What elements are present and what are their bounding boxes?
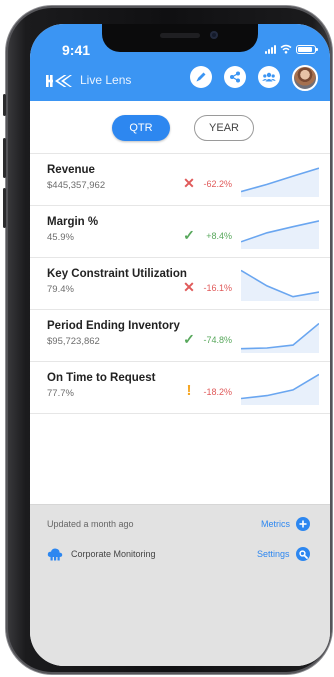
metric-value: $95,723,862: [47, 336, 100, 347]
status-time: 9:41: [62, 42, 91, 58]
edit-pen-icon[interactable]: [190, 66, 212, 88]
mute-switch: [3, 94, 6, 116]
share-icon[interactable]: [224, 66, 246, 88]
sparkline-area: [241, 374, 319, 405]
add-metric-button[interactable]: [296, 517, 310, 531]
sparkline-area: [241, 270, 319, 301]
metric-row[interactable]: On Time to Request 77.7%! -18.2%: [30, 361, 330, 414]
metric-change: +8.4%: [206, 231, 232, 241]
speaker-grille: [160, 33, 200, 38]
front-camera: [210, 31, 218, 39]
metric-row[interactable]: Revenue $445,357,962 ✕ -62.2%: [30, 153, 330, 205]
plus-icon: [299, 520, 307, 528]
notch: [102, 24, 258, 52]
x-icon: ✕: [183, 279, 195, 295]
metric-change: -16.1%: [203, 283, 232, 293]
metric-value: 77.7%: [47, 388, 74, 399]
metric-name: Revenue: [47, 164, 95, 176]
metrics-link[interactable]: Metrics: [261, 519, 290, 529]
app-title: Live Lens: [80, 73, 132, 87]
app-screen: 9:41 Live Lens QTR YEAR Revenue $445,357…: [30, 24, 330, 666]
metric-row[interactable]: Key Constraint Utilization 79.4% ✕ -16.1%: [30, 257, 330, 309]
trend-sparkline: [241, 373, 319, 405]
volume-down-button: [3, 188, 6, 228]
settings-link[interactable]: Settings: [257, 549, 290, 559]
metrics-list: Revenue $445,357,962 ✕ -62.2% Margin % 45.9% ✓…: [30, 153, 330, 414]
metric-change: -62.2%: [203, 179, 232, 189]
corporate-monitoring-label[interactable]: Corporate Monitoring: [71, 549, 156, 559]
wifi-icon: [280, 44, 292, 54]
check-icon: ✓: [183, 227, 195, 243]
metric-name: On Time to Request: [47, 372, 156, 384]
cellular-signal-icon: [265, 44, 276, 54]
group-icon[interactable]: [258, 66, 280, 88]
phone-frame: 9:41 Live Lens QTR YEAR Revenue $445,357…: [3, 6, 332, 674]
trend-sparkline: [241, 322, 319, 353]
profile-avatar[interactable]: [292, 65, 318, 91]
wrench-icon: [298, 549, 308, 559]
metric-name: Period Ending Inventory: [47, 320, 180, 332]
exclamation-icon: !: [186, 382, 192, 399]
volume-up-button: [3, 138, 6, 178]
status-icons: [265, 44, 318, 54]
footer-panel: Updated a month ago Metrics Corporate Mo…: [30, 504, 330, 666]
app-logo-icon: [46, 75, 72, 87]
metric-name: Margin %: [47, 216, 99, 228]
metric-value: 45.9%: [47, 232, 74, 243]
battery-icon: [296, 44, 318, 54]
x-icon: ✕: [183, 175, 195, 191]
settings-button[interactable]: [296, 547, 310, 561]
trend-sparkline: [241, 269, 319, 301]
metric-value: $445,357,962: [47, 180, 106, 191]
metric-change: -74.8%: [203, 335, 232, 345]
metric-row[interactable]: Margin % 45.9% ✓ +8.4%: [30, 205, 330, 257]
trend-sparkline: [241, 220, 319, 249]
check-icon: ✓: [183, 331, 195, 347]
last-updated-text: Updated a month ago: [47, 519, 134, 529]
period-tabs: QTR YEAR: [30, 115, 330, 143]
cloud-monitoring-icon: [47, 548, 63, 561]
metric-change: -18.2%: [203, 387, 232, 397]
metric-row[interactable]: Period Ending Inventory $95,723,862 ✓ -74.8…: [30, 309, 330, 361]
metric-value: 79.4%: [47, 284, 74, 295]
metric-name: Key Constraint Utilization: [47, 268, 187, 280]
tab-year[interactable]: YEAR: [194, 115, 254, 141]
tab-qtr[interactable]: QTR: [112, 115, 170, 141]
trend-sparkline: [241, 167, 319, 197]
sparkline-area: [241, 220, 319, 249]
